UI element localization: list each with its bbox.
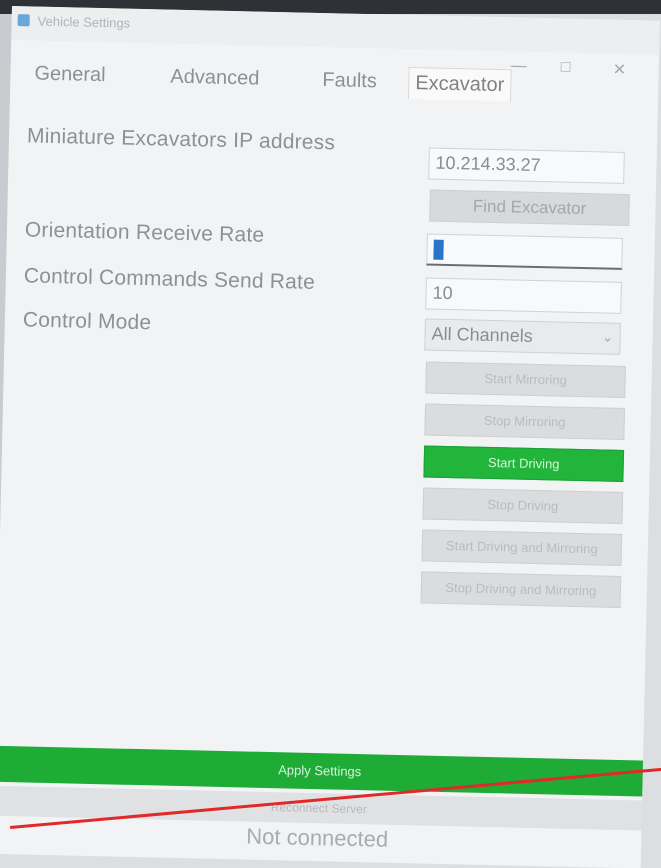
control-mode-label: Control Mode (22, 308, 152, 335)
tab-general[interactable]: General (28, 58, 112, 91)
start-mirroring-button[interactable]: Start Mirroring (425, 361, 626, 399)
control-mode-value: All Channels (431, 323, 533, 346)
start-driving-mirroring-button[interactable]: Start Driving and Mirroring (421, 529, 623, 566)
app-icon (17, 14, 30, 27)
tab-faults[interactable]: Faults (316, 65, 383, 98)
settings-window: Vehicle Settings — □ ✕ General Advanced … (0, 6, 660, 868)
control-rate-field[interactable]: 10 (425, 277, 622, 314)
find-excavator-button[interactable]: Find Excavator (429, 189, 630, 227)
tab-bar: General Advanced Faults Excavator (24, 58, 625, 108)
stop-driving-mirroring-button[interactable]: Stop Driving and Mirroring (420, 571, 622, 608)
tab-excavator[interactable]: Excavator (407, 67, 512, 102)
orientation-rate-field[interactable]: 1 (426, 233, 623, 270)
orientation-rate-label: Orientation Receive Rate (24, 218, 265, 247)
control-rate-label: Control Commands Send Rate (23, 264, 316, 294)
ip-address-field[interactable]: 10.214.33.27 (428, 147, 625, 184)
text-cursor (433, 239, 444, 261)
tab-advanced[interactable]: Advanced (164, 61, 266, 94)
control-mode-select[interactable]: All Channels ⌄ (424, 318, 621, 355)
stop-driving-button[interactable]: Stop Driving (422, 487, 624, 524)
ip-address-label: Miniature Excavators IP address (26, 124, 336, 155)
start-driving-button[interactable]: Start Driving (423, 445, 625, 482)
window-title: Vehicle Settings (37, 13, 131, 31)
chevron-down-icon: ⌄ (601, 328, 614, 345)
stop-mirroring-button[interactable]: Stop Mirroring (424, 403, 626, 441)
